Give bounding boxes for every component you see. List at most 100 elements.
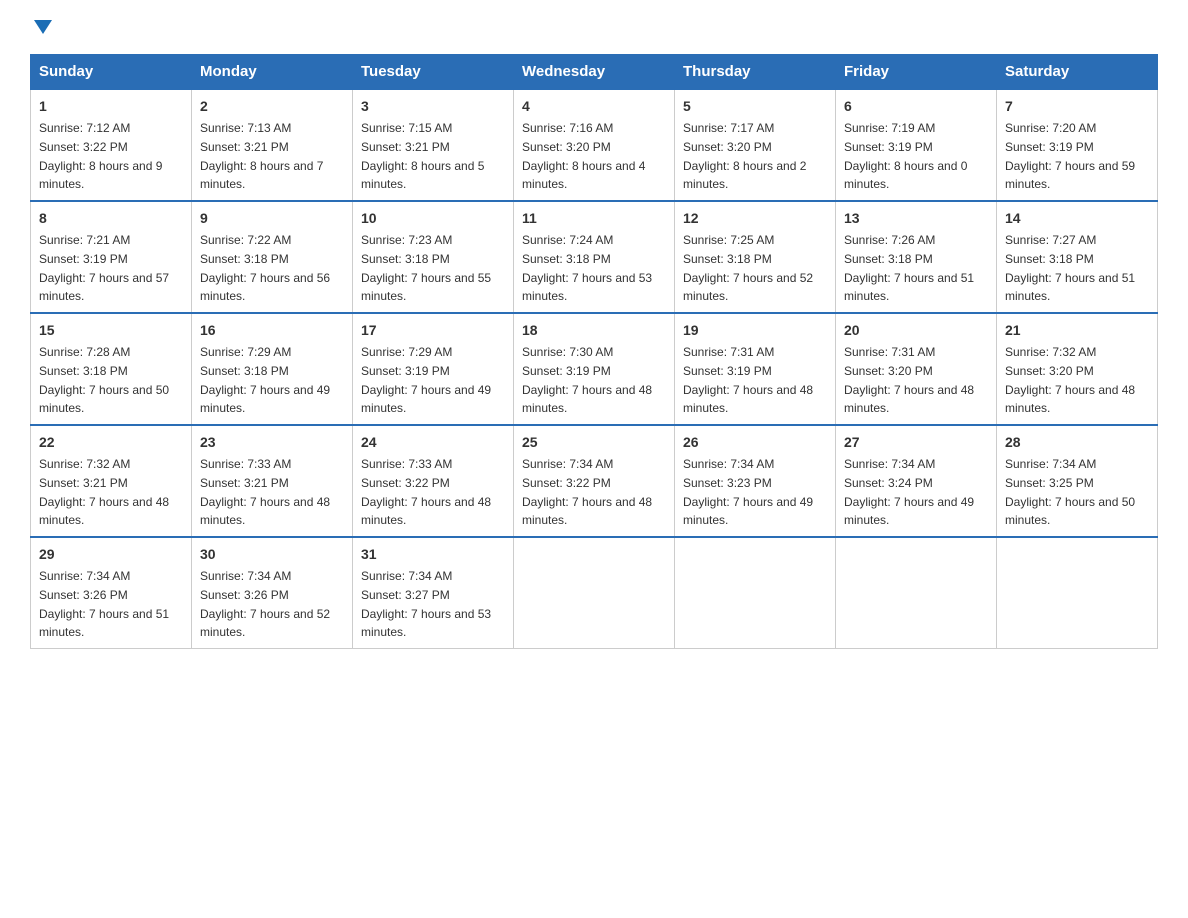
day-number: 5: [683, 96, 827, 117]
day-number: 29: [39, 544, 183, 565]
calendar-cell: 18 Sunrise: 7:30 AMSunset: 3:19 PMDaylig…: [514, 313, 675, 425]
day-info: Sunrise: 7:15 AMSunset: 3:21 PMDaylight:…: [361, 121, 484, 191]
day-number: 7: [1005, 96, 1149, 117]
day-info: Sunrise: 7:32 AMSunset: 3:21 PMDaylight:…: [39, 457, 169, 527]
day-info: Sunrise: 7:32 AMSunset: 3:20 PMDaylight:…: [1005, 345, 1135, 415]
calendar-cell: 8 Sunrise: 7:21 AMSunset: 3:19 PMDayligh…: [31, 201, 192, 313]
calendar-cell: 3 Sunrise: 7:15 AMSunset: 3:21 PMDayligh…: [353, 89, 514, 201]
day-info: Sunrise: 7:25 AMSunset: 3:18 PMDaylight:…: [683, 233, 813, 303]
calendar-cell: 21 Sunrise: 7:32 AMSunset: 3:20 PMDaylig…: [997, 313, 1158, 425]
day-info: Sunrise: 7:19 AMSunset: 3:19 PMDaylight:…: [844, 121, 967, 191]
day-number: 9: [200, 208, 344, 229]
calendar-cell: [836, 537, 997, 649]
calendar-week-5: 29 Sunrise: 7:34 AMSunset: 3:26 PMDaylig…: [31, 537, 1158, 649]
calendar-table: SundayMondayTuesdayWednesdayThursdayFrid…: [30, 54, 1158, 649]
day-info: Sunrise: 7:21 AMSunset: 3:19 PMDaylight:…: [39, 233, 169, 303]
calendar-week-3: 15 Sunrise: 7:28 AMSunset: 3:18 PMDaylig…: [31, 313, 1158, 425]
day-number: 13: [844, 208, 988, 229]
day-info: Sunrise: 7:26 AMSunset: 3:18 PMDaylight:…: [844, 233, 974, 303]
calendar-cell: [514, 537, 675, 649]
day-number: 12: [683, 208, 827, 229]
day-number: 28: [1005, 432, 1149, 453]
day-info: Sunrise: 7:29 AMSunset: 3:19 PMDaylight:…: [361, 345, 491, 415]
day-number: 25: [522, 432, 666, 453]
calendar-cell: 13 Sunrise: 7:26 AMSunset: 3:18 PMDaylig…: [836, 201, 997, 313]
day-info: Sunrise: 7:20 AMSunset: 3:19 PMDaylight:…: [1005, 121, 1135, 191]
calendar-header-row: SundayMondayTuesdayWednesdayThursdayFrid…: [31, 55, 1158, 90]
calendar-cell: 23 Sunrise: 7:33 AMSunset: 3:21 PMDaylig…: [192, 425, 353, 537]
calendar-cell: 16 Sunrise: 7:29 AMSunset: 3:18 PMDaylig…: [192, 313, 353, 425]
header-monday: Monday: [192, 55, 353, 90]
calendar-cell: 6 Sunrise: 7:19 AMSunset: 3:19 PMDayligh…: [836, 89, 997, 201]
day-number: 4: [522, 96, 666, 117]
calendar-cell: 4 Sunrise: 7:16 AMSunset: 3:20 PMDayligh…: [514, 89, 675, 201]
header-tuesday: Tuesday: [353, 55, 514, 90]
day-info: Sunrise: 7:34 AMSunset: 3:23 PMDaylight:…: [683, 457, 813, 527]
calendar-cell: 12 Sunrise: 7:25 AMSunset: 3:18 PMDaylig…: [675, 201, 836, 313]
calendar-cell: 31 Sunrise: 7:34 AMSunset: 3:27 PMDaylig…: [353, 537, 514, 649]
day-info: Sunrise: 7:12 AMSunset: 3:22 PMDaylight:…: [39, 121, 162, 191]
day-number: 8: [39, 208, 183, 229]
day-number: 16: [200, 320, 344, 341]
day-info: Sunrise: 7:33 AMSunset: 3:21 PMDaylight:…: [200, 457, 330, 527]
day-info: Sunrise: 7:22 AMSunset: 3:18 PMDaylight:…: [200, 233, 330, 303]
day-info: Sunrise: 7:34 AMSunset: 3:26 PMDaylight:…: [200, 569, 330, 639]
day-number: 30: [200, 544, 344, 565]
calendar-cell: 29 Sunrise: 7:34 AMSunset: 3:26 PMDaylig…: [31, 537, 192, 649]
day-info: Sunrise: 7:24 AMSunset: 3:18 PMDaylight:…: [522, 233, 652, 303]
day-number: 26: [683, 432, 827, 453]
day-number: 14: [1005, 208, 1149, 229]
day-number: 3: [361, 96, 505, 117]
calendar-cell: 20 Sunrise: 7:31 AMSunset: 3:20 PMDaylig…: [836, 313, 997, 425]
header-thursday: Thursday: [675, 55, 836, 90]
calendar-cell: 5 Sunrise: 7:17 AMSunset: 3:20 PMDayligh…: [675, 89, 836, 201]
page-header: [30, 20, 1158, 34]
day-info: Sunrise: 7:34 AMSunset: 3:26 PMDaylight:…: [39, 569, 169, 639]
day-info: Sunrise: 7:16 AMSunset: 3:20 PMDaylight:…: [522, 121, 645, 191]
calendar-cell: [675, 537, 836, 649]
day-info: Sunrise: 7:27 AMSunset: 3:18 PMDaylight:…: [1005, 233, 1135, 303]
day-number: 1: [39, 96, 183, 117]
day-info: Sunrise: 7:30 AMSunset: 3:19 PMDaylight:…: [522, 345, 652, 415]
calendar-cell: 14 Sunrise: 7:27 AMSunset: 3:18 PMDaylig…: [997, 201, 1158, 313]
day-number: 22: [39, 432, 183, 453]
day-number: 21: [1005, 320, 1149, 341]
calendar-cell: 11 Sunrise: 7:24 AMSunset: 3:18 PMDaylig…: [514, 201, 675, 313]
day-number: 17: [361, 320, 505, 341]
day-info: Sunrise: 7:23 AMSunset: 3:18 PMDaylight:…: [361, 233, 491, 303]
day-number: 6: [844, 96, 988, 117]
logo-triangle-icon: [32, 16, 54, 38]
day-info: Sunrise: 7:34 AMSunset: 3:22 PMDaylight:…: [522, 457, 652, 527]
calendar-cell: 2 Sunrise: 7:13 AMSunset: 3:21 PMDayligh…: [192, 89, 353, 201]
header-sunday: Sunday: [31, 55, 192, 90]
day-number: 19: [683, 320, 827, 341]
calendar-cell: 22 Sunrise: 7:32 AMSunset: 3:21 PMDaylig…: [31, 425, 192, 537]
day-info: Sunrise: 7:31 AMSunset: 3:20 PMDaylight:…: [844, 345, 974, 415]
header-wednesday: Wednesday: [514, 55, 675, 90]
day-number: 31: [361, 544, 505, 565]
day-info: Sunrise: 7:31 AMSunset: 3:19 PMDaylight:…: [683, 345, 813, 415]
header-saturday: Saturday: [997, 55, 1158, 90]
day-number: 18: [522, 320, 666, 341]
calendar-cell: 15 Sunrise: 7:28 AMSunset: 3:18 PMDaylig…: [31, 313, 192, 425]
day-info: Sunrise: 7:34 AMSunset: 3:25 PMDaylight:…: [1005, 457, 1135, 527]
day-number: 24: [361, 432, 505, 453]
day-number: 15: [39, 320, 183, 341]
calendar-week-2: 8 Sunrise: 7:21 AMSunset: 3:19 PMDayligh…: [31, 201, 1158, 313]
calendar-cell: 19 Sunrise: 7:31 AMSunset: 3:19 PMDaylig…: [675, 313, 836, 425]
day-number: 2: [200, 96, 344, 117]
day-number: 20: [844, 320, 988, 341]
calendar-cell: 24 Sunrise: 7:33 AMSunset: 3:22 PMDaylig…: [353, 425, 514, 537]
calendar-cell: 9 Sunrise: 7:22 AMSunset: 3:18 PMDayligh…: [192, 201, 353, 313]
day-info: Sunrise: 7:28 AMSunset: 3:18 PMDaylight:…: [39, 345, 169, 415]
calendar-cell: 25 Sunrise: 7:34 AMSunset: 3:22 PMDaylig…: [514, 425, 675, 537]
day-number: 11: [522, 208, 666, 229]
calendar-week-1: 1 Sunrise: 7:12 AMSunset: 3:22 PMDayligh…: [31, 89, 1158, 201]
logo: [30, 20, 54, 34]
day-info: Sunrise: 7:34 AMSunset: 3:24 PMDaylight:…: [844, 457, 974, 527]
day-info: Sunrise: 7:33 AMSunset: 3:22 PMDaylight:…: [361, 457, 491, 527]
day-info: Sunrise: 7:34 AMSunset: 3:27 PMDaylight:…: [361, 569, 491, 639]
day-number: 27: [844, 432, 988, 453]
day-number: 10: [361, 208, 505, 229]
day-info: Sunrise: 7:13 AMSunset: 3:21 PMDaylight:…: [200, 121, 323, 191]
